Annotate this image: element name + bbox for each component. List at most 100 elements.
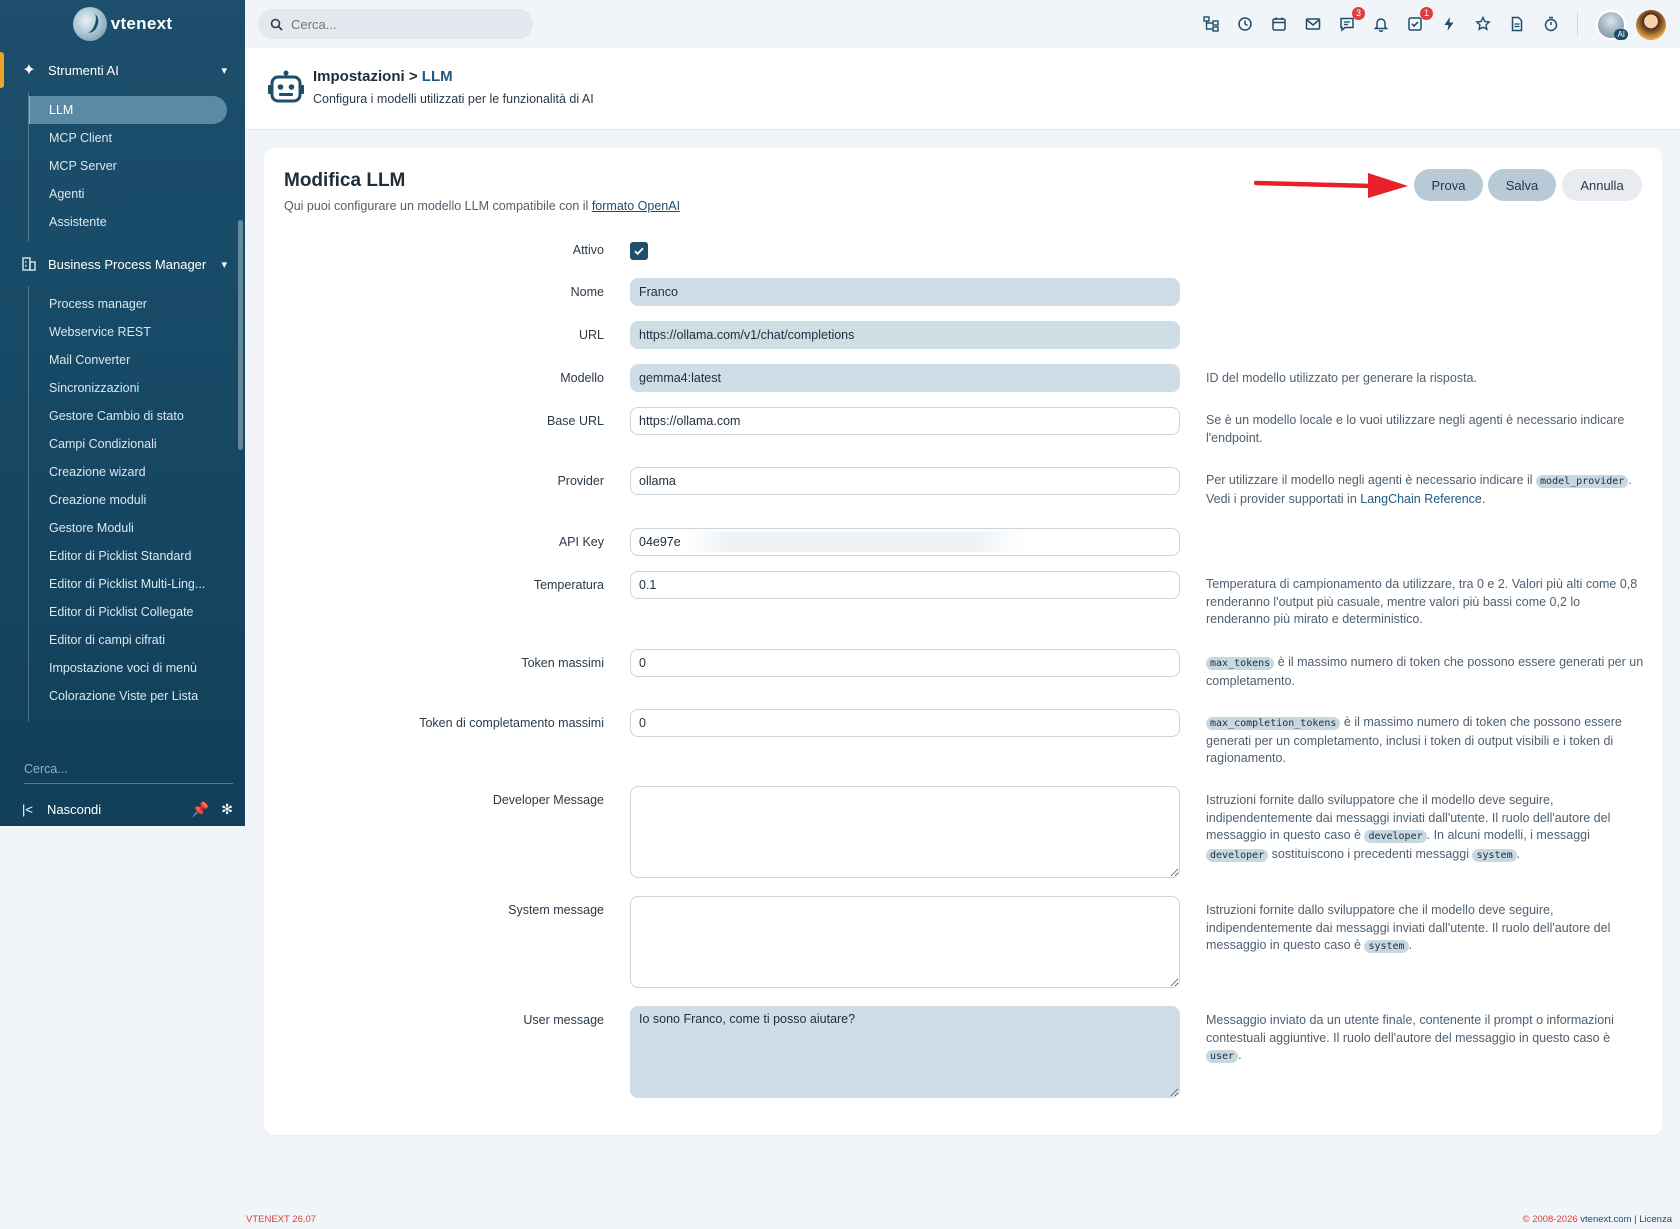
max-tokens-help: max_tokens è il massimo numero di token …: [1206, 654, 1646, 690]
help-text: .: [1408, 938, 1413, 952]
sidebar-item-list-colors[interactable]: Colorazione Viste per Lista: [29, 682, 227, 710]
global-search[interactable]: [258, 9, 533, 39]
gear-icon[interactable]: ✻: [221, 801, 233, 818]
sidebar-item-encrypted-fields[interactable]: Editor di campi cifrati: [29, 626, 227, 654]
temperature-help: Temperatura di campionamento da utilizza…: [1206, 577, 1638, 626]
help-text: .: [1516, 846, 1521, 861]
breadcrumb-parent[interactable]: Impostazioni >: [313, 68, 418, 85]
url-field[interactable]: [630, 321, 1180, 349]
stopwatch-icon[interactable]: [1540, 13, 1562, 35]
bell-icon[interactable]: [1370, 13, 1392, 35]
test-button[interactable]: Prova: [1414, 169, 1483, 201]
sidebar-item-wizard[interactable]: Creazione wizard: [29, 458, 227, 486]
mail-icon[interactable]: [1302, 13, 1324, 35]
code-max-completion-tokens: max_completion_tokens: [1206, 717, 1341, 730]
cancel-button[interactable]: Annulla: [1562, 169, 1642, 201]
code-developer: developer: [1364, 830, 1427, 843]
provider-field[interactable]: [630, 467, 1180, 495]
max-tokens-field[interactable]: [630, 649, 1180, 677]
star-icon[interactable]: [1472, 13, 1494, 35]
max-completion-tokens-help: max_completion_tokens è il massimo numer…: [1206, 714, 1646, 768]
sidebar-item-process-manager[interactable]: Process manager: [29, 290, 227, 318]
calendar-icon[interactable]: [1268, 13, 1290, 35]
url-label: URL: [578, 328, 604, 342]
document-icon[interactable]: [1506, 13, 1528, 35]
help-text: . In alcuni modelli, i messaggi: [1426, 828, 1590, 842]
sidebar-scrollbar[interactable]: [238, 220, 243, 450]
base-url-field[interactable]: [630, 407, 1180, 435]
system-message-field[interactable]: [630, 896, 1180, 988]
search-input[interactable]: [291, 16, 511, 32]
breadcrumb-current: LLM: [421, 68, 453, 85]
site-link[interactable]: vtenext.com: [1580, 1214, 1631, 1225]
save-button[interactable]: Salva: [1488, 169, 1556, 201]
base-url-label: Base URL: [547, 414, 604, 428]
sidebar-item-menu-settings[interactable]: Impostazione voci di menù: [29, 654, 227, 682]
search-icon: [270, 18, 283, 31]
robot-icon: [268, 70, 304, 103]
sidebar-item-agents[interactable]: Agenti: [29, 180, 227, 208]
provider-help: Per utilizzare il modello negli agenti è…: [1206, 472, 1646, 508]
sidebar-item-llm[interactable]: LLM: [29, 96, 227, 124]
ai-badge: AI: [1614, 29, 1628, 40]
top-icon-bar: 3 1: [1200, 0, 1562, 48]
model-help: ID del modello utilizzato per generare l…: [1206, 371, 1477, 385]
tasks-badge: 1: [1420, 7, 1433, 20]
user-avatar[interactable]: [1636, 10, 1666, 40]
sidebar-item-mail-converter[interactable]: Mail Converter: [29, 346, 227, 374]
sidebar-item-picklist-multilang[interactable]: Editor di Picklist Multi-Ling...: [29, 570, 227, 598]
max-completion-tokens-field[interactable]: [630, 709, 1180, 737]
sidebar-item-assistant[interactable]: Assistente: [29, 208, 227, 236]
name-field[interactable]: [630, 278, 1180, 306]
brand-logo[interactable]: vtenext: [0, 0, 245, 48]
help-text: .: [1238, 1048, 1242, 1062]
sidebar-item-sync[interactable]: Sincronizzazioni: [29, 374, 227, 402]
chat-icon[interactable]: 3: [1336, 7, 1365, 35]
sidebar-item-picklist-linked[interactable]: Editor di Picklist Collegate: [29, 598, 227, 626]
sidebar-item-status-change[interactable]: Gestore Cambio di stato: [29, 402, 227, 430]
logo-icon: [72, 7, 107, 41]
sparkle-icon: ✦: [22, 62, 36, 79]
user-message-field[interactable]: Io sono Franco, come ti posso aiutare?: [630, 1006, 1180, 1098]
hierarchy-icon[interactable]: [1200, 13, 1222, 35]
langchain-reference-link[interactable]: LangChain Reference: [1360, 492, 1482, 506]
sidebar-section-ai-tools[interactable]: ✦ Strumenti AI ▾: [0, 48, 245, 92]
sidebar-search[interactable]: Cerca...: [24, 754, 233, 784]
sidebar-item-conditional-fields[interactable]: Campi Condizionali: [29, 430, 227, 458]
bpm-list: Process manager Webservice REST Mail Con…: [28, 286, 245, 722]
section-label: Business Process Manager: [48, 256, 207, 272]
sidebar-footer: |< Nascondi 📌 ✻: [0, 794, 245, 824]
developer-message-label: Developer Message: [492, 793, 604, 807]
redacted-api-key: [684, 532, 1024, 552]
active-checkbox[interactable]: [630, 242, 648, 260]
chat-badge: 3: [1352, 7, 1365, 20]
lightning-icon[interactable]: [1438, 13, 1460, 35]
developer-message-field[interactable]: [630, 786, 1180, 878]
temperature-field[interactable]: [630, 571, 1180, 599]
history-icon[interactable]: [1234, 13, 1256, 35]
card-title: Modifica LLM: [284, 170, 406, 191]
openai-format-link[interactable]: formato OpenAI: [592, 199, 680, 213]
sidebar-section-bpm[interactable]: Business Process Manager ▾: [0, 242, 245, 286]
chevron-down-icon: ▾: [221, 64, 227, 77]
card-subtitle-text: Qui puoi configurare un modello LLM comp…: [284, 199, 592, 213]
section-label: Strumenti AI: [48, 62, 119, 78]
license-link[interactable]: | Licenza: [1632, 1214, 1672, 1225]
sidebar-item-module-manager[interactable]: Gestore Moduli: [29, 514, 227, 542]
model-field[interactable]: [630, 364, 1180, 392]
sidebar-item-mcp-server[interactable]: MCP Server: [29, 152, 227, 180]
chevron-down-icon: ▾: [221, 258, 227, 271]
sidebar: vtenext ✦ Strumenti AI ▾ LLM MCP Client …: [0, 0, 245, 826]
sidebar-item-webservice-rest[interactable]: Webservice REST: [29, 318, 227, 346]
sidebar-search-placeholder: Cerca...: [24, 761, 68, 776]
sidebar-item-module-creation[interactable]: Creazione moduli: [29, 486, 227, 514]
hide-sidebar-button[interactable]: Nascondi: [47, 802, 180, 817]
task-check-icon[interactable]: 1: [1404, 7, 1433, 35]
temperature-label: Temperatura: [533, 578, 604, 592]
sidebar-item-mcp-client[interactable]: MCP Client: [29, 124, 227, 152]
building-icon: [20, 255, 38, 273]
system-message-label: System message: [508, 903, 604, 917]
checkmark-icon: [634, 247, 644, 256]
pin-icon[interactable]: 📌: [192, 801, 209, 818]
sidebar-item-picklist-standard[interactable]: Editor di Picklist Standard: [29, 542, 227, 570]
